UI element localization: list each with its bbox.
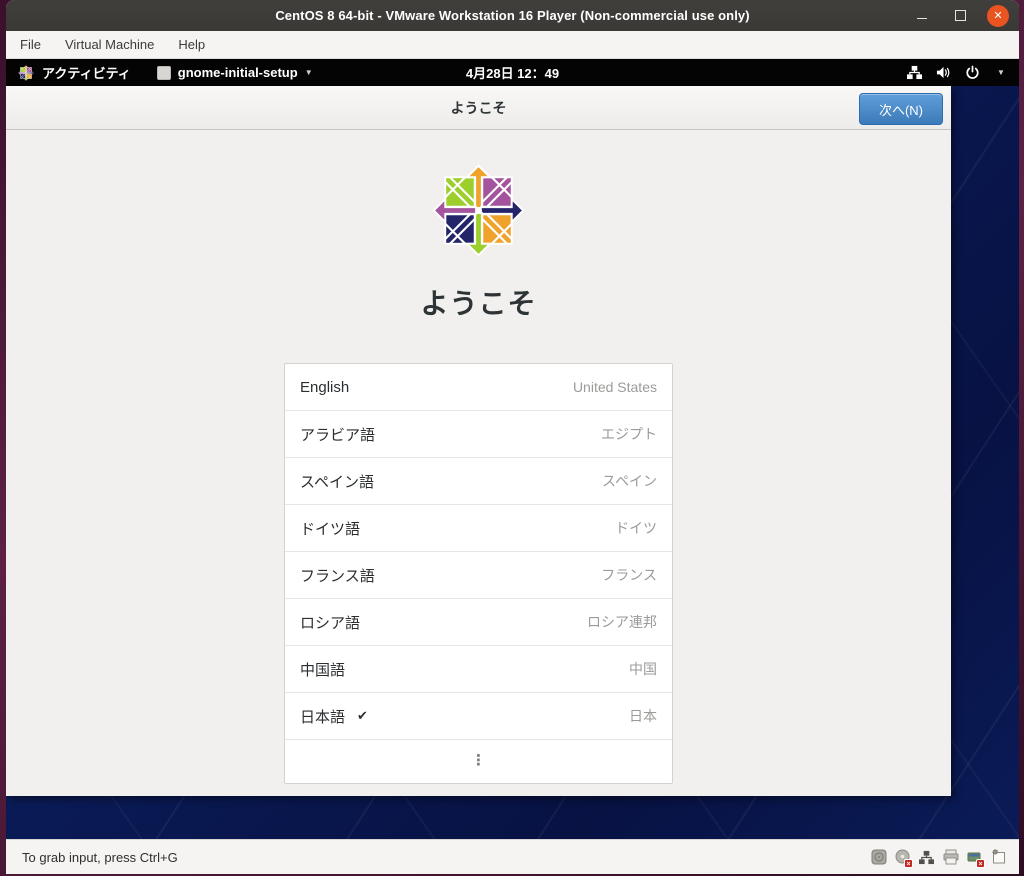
language-row-russian[interactable]: ロシア語 ロシア連邦 [285, 599, 672, 646]
network-wired-icon[interactable] [906, 65, 922, 81]
next-button[interactable]: 次へ(N) [859, 93, 943, 125]
app-menu-button[interactable]: gnome-initial-setup ▼ [157, 65, 313, 80]
minimize-icon [917, 18, 927, 19]
minimize-button[interactable] [911, 5, 933, 27]
device-status-icons: × × [870, 849, 1007, 866]
language-list: English United States アラビア語 エジプト スペイン語 ス… [284, 363, 673, 784]
close-button[interactable]: ✕ [987, 5, 1009, 27]
notes-icon[interactable] [990, 849, 1007, 866]
welcome-heading: ようこそ [420, 282, 536, 322]
maximize-icon [955, 10, 966, 21]
menu-virtual-machine[interactable]: Virtual Machine [65, 37, 154, 52]
centos-mini-logo-icon [18, 65, 34, 81]
menu-file[interactable]: File [20, 37, 41, 52]
chevron-down-icon: ▼ [305, 69, 313, 77]
selected-check-icon: ✔ [357, 708, 368, 724]
setup-header-title: ようこそ [451, 98, 507, 118]
language-row-japanese[interactable]: 日本語 ✔ 日本 [285, 693, 672, 740]
initial-setup-window: ようこそ 次へ(N) [6, 86, 951, 796]
language-row-german[interactable]: ドイツ語 ドイツ [285, 505, 672, 552]
menu-help[interactable]: Help [178, 37, 205, 52]
language-row-french[interactable]: フランス語 フランス [285, 552, 672, 599]
centos-logo [431, 163, 526, 258]
power-icon[interactable] [964, 65, 980, 81]
ellipsis-icon: ⋮ [471, 757, 486, 765]
vmware-player-window: CentOS 8 64-bit - VMware Workstation 16 … [6, 0, 1019, 874]
window-title: CentOS 8 64-bit - VMware Workstation 16 … [6, 8, 1019, 23]
title-bar[interactable]: CentOS 8 64-bit - VMware Workstation 16 … [6, 0, 1019, 31]
menu-bar: File Virtual Machine Help [6, 31, 1019, 59]
disconnected-badge: × [976, 859, 985, 868]
language-row-english[interactable]: English United States [285, 364, 672, 411]
chevron-down-icon[interactable]: ▼ [993, 65, 1009, 81]
language-row-spanish[interactable]: スペイン語 スペイン [285, 458, 672, 505]
volume-icon[interactable] [935, 65, 951, 81]
hard-disk-icon[interactable] [870, 849, 887, 866]
maximize-button[interactable] [949, 5, 971, 27]
network-adapter-icon[interactable] [918, 849, 935, 866]
cd-drive-icon[interactable]: × [894, 849, 911, 866]
disconnected-badge: × [904, 859, 913, 868]
printer-icon[interactable] [942, 849, 959, 866]
activities-button[interactable]: アクティビティ [18, 63, 131, 82]
window-icon [157, 66, 171, 80]
gnome-top-bar: アクティビティ gnome-initial-setup ▼ 4月28日 12：4… [6, 59, 1019, 86]
grab-input-hint: To grab input, press Ctrl+G [22, 850, 178, 865]
language-row-arabic[interactable]: アラビア語 エジプト [285, 411, 672, 458]
guest-console: アクティビティ gnome-initial-setup ▼ 4月28日 12：4… [6, 59, 1019, 839]
status-bar: To grab input, press Ctrl+G × × [6, 839, 1019, 874]
clock-label[interactable]: 4月28日 12：49 [466, 66, 559, 81]
close-icon: ✕ [993, 9, 1002, 22]
more-languages-button[interactable]: ⋮ [285, 740, 672, 783]
app-menu-label: gnome-initial-setup [178, 65, 298, 80]
language-row-chinese[interactable]: 中国語 中国 [285, 646, 672, 693]
setup-header-bar: ようこそ 次へ(N) [6, 86, 951, 130]
system-status-area[interactable]: ▼ [906, 59, 1009, 86]
sound-card-icon[interactable]: × [966, 849, 983, 866]
setup-body: ようこそ English United States アラビア語 エジプト スペ… [6, 130, 951, 796]
activities-label: アクティビティ [42, 63, 131, 82]
